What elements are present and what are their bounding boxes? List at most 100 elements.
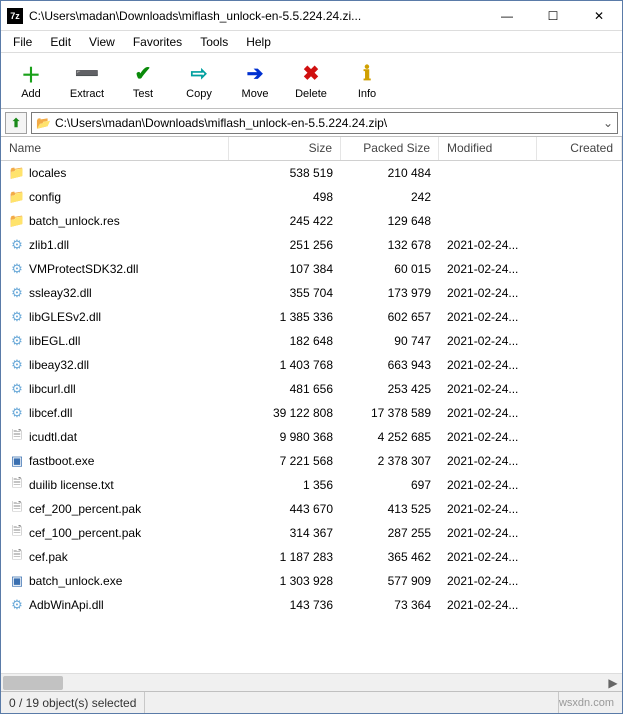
up-icon: ⬆ bbox=[11, 116, 21, 130]
cell-packed: 60 015 bbox=[341, 262, 439, 276]
maximize-button[interactable]: ☐ bbox=[530, 1, 576, 31]
table-row[interactable]: ⚙libcef.dll39 122 80817 378 5892021-02-2… bbox=[1, 401, 622, 425]
cell-packed: 73 364 bbox=[341, 598, 439, 612]
menu-help[interactable]: Help bbox=[238, 33, 279, 51]
copy-button-label: Copy bbox=[186, 88, 212, 100]
table-row[interactable]: ⚙libGLESv2.dll1 385 336602 6572021-02-24… bbox=[1, 305, 622, 329]
table-row[interactable]: ▣batch_unlock.exe1 303 928577 9092021-02… bbox=[1, 569, 622, 593]
folder-icon: 📂 bbox=[36, 116, 51, 130]
table-row[interactable]: 📁batch_unlock.res245 422129 648 bbox=[1, 209, 622, 233]
menu-tools[interactable]: Tools bbox=[192, 33, 236, 51]
close-button[interactable]: ✕ bbox=[576, 1, 622, 31]
table-row[interactable]: 🗎icudtl.dat9 980 3684 252 6852021-02-24.… bbox=[1, 425, 622, 449]
delete-button[interactable]: ✖Delete bbox=[287, 60, 335, 102]
table-row[interactable]: 📁locales538 519210 484 bbox=[1, 161, 622, 185]
cell-modified: 2021-02-24... bbox=[439, 526, 537, 540]
cell-modified: 2021-02-24... bbox=[439, 262, 537, 276]
cell-modified: 2021-02-24... bbox=[439, 478, 537, 492]
cell-modified: 2021-02-24... bbox=[439, 502, 537, 516]
table-row[interactable]: ⚙libEGL.dll182 64890 7472021-02-24... bbox=[1, 329, 622, 353]
file-icon: 🗎 bbox=[9, 525, 25, 541]
cell-packed: 17 378 589 bbox=[341, 406, 439, 420]
move-button[interactable]: ➔Move bbox=[231, 60, 279, 102]
cell-name: 🗎cef_200_percent.pak bbox=[1, 501, 229, 517]
menu-file[interactable]: File bbox=[5, 33, 40, 51]
cell-modified: 2021-02-24... bbox=[439, 310, 537, 324]
cell-modified: 2021-02-24... bbox=[439, 574, 537, 588]
col-header-packed[interactable]: Packed Size bbox=[341, 137, 439, 160]
file-name: libEGL.dll bbox=[29, 334, 80, 348]
table-row[interactable]: 📁config498242 bbox=[1, 185, 622, 209]
address-combo[interactable]: 📂 C:\Users\madan\Downloads\miflash_unloc… bbox=[31, 112, 618, 134]
dll-icon: ⚙ bbox=[9, 309, 25, 325]
table-row[interactable]: 🗎duilib license.txt1 3566972021-02-24... bbox=[1, 473, 622, 497]
cell-size: 9 980 368 bbox=[229, 430, 341, 444]
cell-name: ⚙libcef.dll bbox=[1, 405, 229, 421]
cell-name: ⚙ssleay32.dll bbox=[1, 285, 229, 301]
file-name: fastboot.exe bbox=[29, 454, 94, 468]
status-selection: 0 / 19 object(s) selected bbox=[1, 692, 145, 713]
up-button[interactable]: ⬆ bbox=[5, 112, 27, 134]
cell-packed: 129 648 bbox=[341, 214, 439, 228]
cell-name: ⚙VMProtectSDK32.dll bbox=[1, 261, 229, 277]
scroll-thumb[interactable] bbox=[3, 676, 63, 690]
chevron-down-icon[interactable]: ⌄ bbox=[603, 116, 613, 130]
col-header-modified[interactable]: Modified bbox=[439, 137, 537, 160]
info-button-label: Info bbox=[358, 88, 376, 100]
file-name: locales bbox=[29, 166, 66, 180]
col-header-created[interactable]: Created bbox=[537, 137, 622, 160]
table-row[interactable]: 🗎cef_200_percent.pak443 670413 5252021-0… bbox=[1, 497, 622, 521]
table-row[interactable]: ⚙libcurl.dll481 656253 4252021-02-24... bbox=[1, 377, 622, 401]
table-row[interactable]: ⚙libeay32.dll1 403 768663 9432021-02-24.… bbox=[1, 353, 622, 377]
table-row[interactable]: ⚙AdbWinApi.dll143 73673 3642021-02-24... bbox=[1, 593, 622, 617]
table-row[interactable]: ⚙VMProtectSDK32.dll107 38460 0152021-02-… bbox=[1, 257, 622, 281]
cell-name: 📁batch_unlock.res bbox=[1, 213, 229, 229]
dll-icon: ⚙ bbox=[9, 285, 25, 301]
minimize-button[interactable]: — bbox=[484, 1, 530, 31]
cell-modified: 2021-02-24... bbox=[439, 238, 537, 252]
file-name: libGLESv2.dll bbox=[29, 310, 101, 324]
cell-name: 🗎cef_100_percent.pak bbox=[1, 525, 229, 541]
col-header-name[interactable]: Name bbox=[1, 137, 229, 160]
info-button[interactable]: ℹ Info bbox=[343, 60, 391, 102]
menubar: File Edit View Favorites Tools Help bbox=[1, 31, 622, 53]
status-pane-2 bbox=[145, 692, 559, 713]
horizontal-scrollbar[interactable]: ◀ ▶ bbox=[1, 673, 622, 691]
app-icon: 7z bbox=[7, 8, 23, 24]
table-row[interactable]: 🗎cef_100_percent.pak314 367287 2552021-0… bbox=[1, 521, 622, 545]
cell-size: 498 bbox=[229, 190, 341, 204]
cell-name: 📁config bbox=[1, 189, 229, 205]
address-text: C:\Users\madan\Downloads\miflash_unlock-… bbox=[55, 116, 603, 130]
cell-packed: 2 378 307 bbox=[341, 454, 439, 468]
table-row[interactable]: ▣fastboot.exe7 221 5682 378 3072021-02-2… bbox=[1, 449, 622, 473]
extract-button[interactable]: ➖Extract bbox=[63, 60, 111, 102]
cell-size: 143 736 bbox=[229, 598, 341, 612]
menu-favorites[interactable]: Favorites bbox=[125, 33, 190, 51]
test-button[interactable]: ✔Test bbox=[119, 60, 167, 102]
exe-icon: ▣ bbox=[9, 453, 25, 469]
cell-size: 443 670 bbox=[229, 502, 341, 516]
menu-view[interactable]: View bbox=[81, 33, 123, 51]
cell-modified: 2021-02-24... bbox=[439, 598, 537, 612]
dll-icon: ⚙ bbox=[9, 381, 25, 397]
toolbar: ＋Add➖Extract✔Test⇨Copy➔Move✖Delete ℹ Info bbox=[1, 53, 622, 109]
file-name: AdbWinApi.dll bbox=[29, 598, 104, 612]
cell-name: 📁locales bbox=[1, 165, 229, 181]
copy-button[interactable]: ⇨Copy bbox=[175, 60, 223, 102]
cell-name: ▣ fastboot.exe bbox=[1, 453, 229, 469]
cell-modified: 2021-02-24... bbox=[439, 382, 537, 396]
table-row[interactable]: ⚙ssleay32.dll355 704173 9792021-02-24... bbox=[1, 281, 622, 305]
table-row[interactable]: ⚙zlib1.dll251 256132 6782021-02-24... bbox=[1, 233, 622, 257]
add-button[interactable]: ＋Add bbox=[7, 60, 55, 102]
file-list[interactable]: 📁locales538 519210 484📁config498242📁batc… bbox=[1, 161, 622, 673]
scroll-right-icon[interactable]: ▶ bbox=[604, 674, 622, 692]
cell-packed: 602 657 bbox=[341, 310, 439, 324]
menu-edit[interactable]: Edit bbox=[42, 33, 79, 51]
table-row[interactable]: 🗎cef.pak1 187 283365 4622021-02-24... bbox=[1, 545, 622, 569]
col-header-size[interactable]: Size bbox=[229, 137, 341, 160]
titlebar: 7z C:\Users\madan\Downloads\miflash_unlo… bbox=[1, 1, 622, 31]
file-name: VMProtectSDK32.dll bbox=[29, 262, 138, 276]
info-button-icon: ℹ bbox=[355, 62, 379, 86]
cell-modified: 2021-02-24... bbox=[439, 550, 537, 564]
cell-size: 1 403 768 bbox=[229, 358, 341, 372]
